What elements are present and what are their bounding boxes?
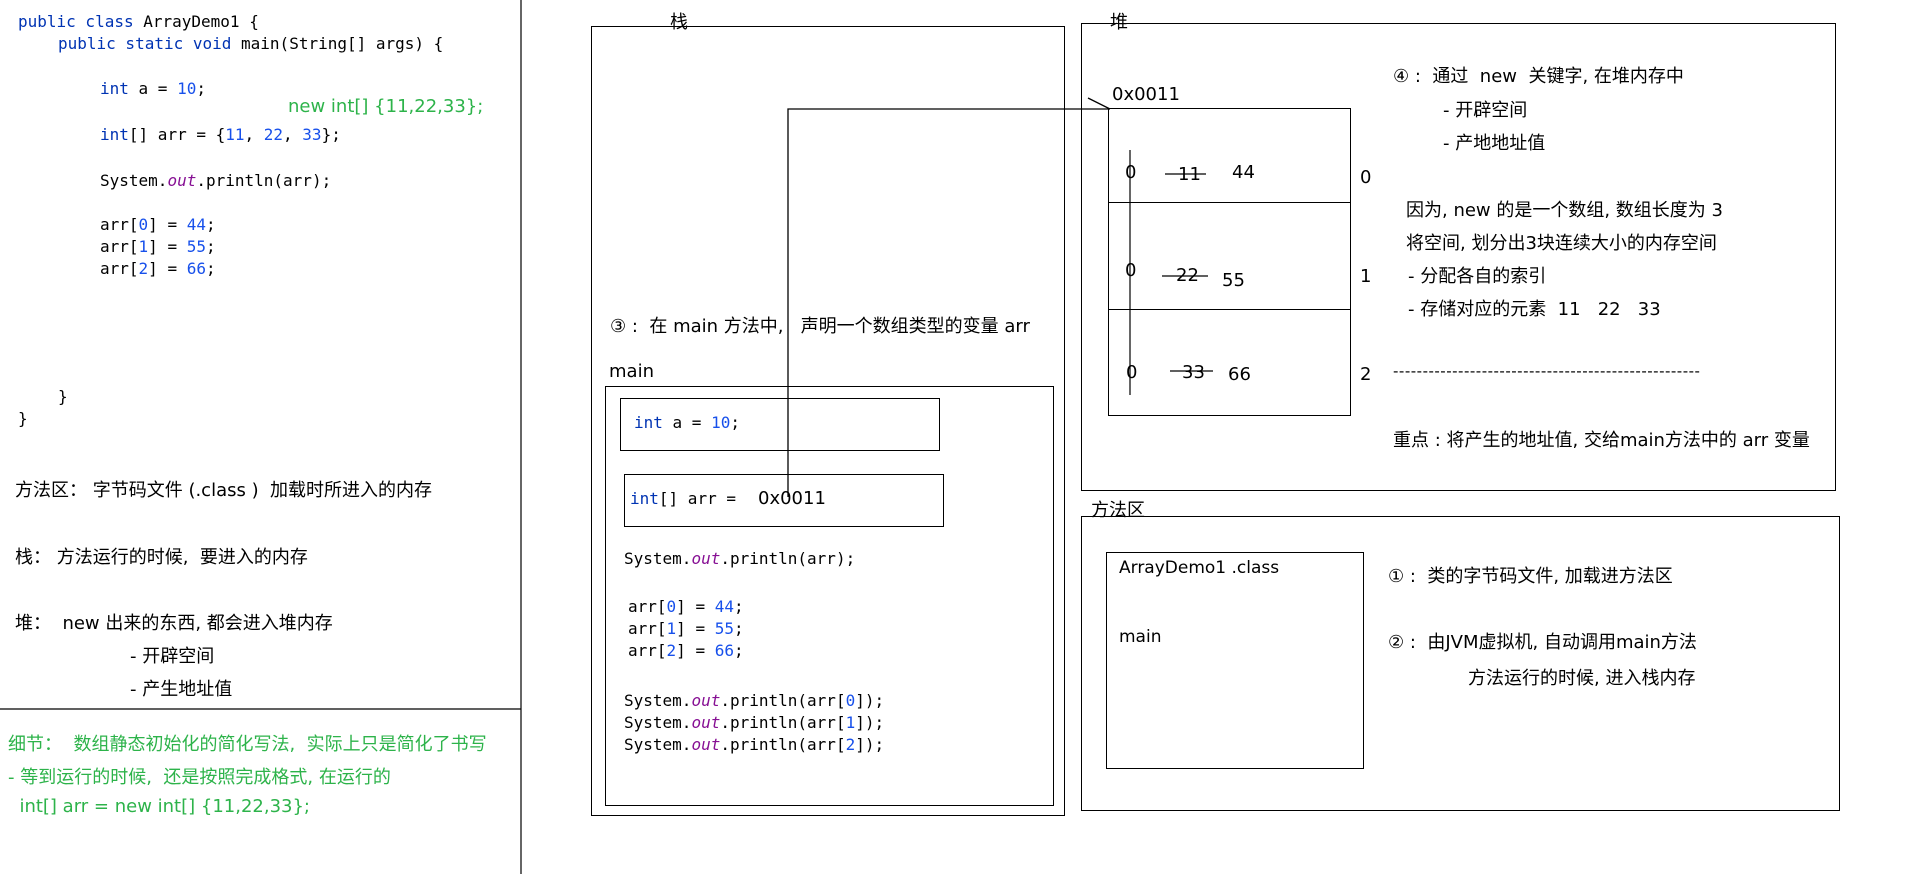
code-text: System. bbox=[624, 713, 692, 732]
code-text: ; bbox=[733, 641, 744, 660]
step1-text: ① : 类的字节码文件, 加载进方法区 bbox=[1388, 566, 1673, 587]
code-text: .println(arr[ bbox=[720, 735, 846, 754]
code-text: ]); bbox=[855, 713, 885, 732]
field-out: out bbox=[691, 735, 721, 754]
stack-println-arr2: System.out.println(arr[2]); bbox=[624, 734, 884, 756]
var-arr-address: 0x0011 bbox=[758, 488, 826, 509]
key-point: 重点 : 将产生的地址值, 交给main方法中的 arr 变量 bbox=[1393, 430, 1810, 451]
step3-text: ③ : 在 main 方法中, 声明一个数组类型的变量 arr bbox=[610, 316, 1030, 337]
code-text: ] = bbox=[676, 619, 715, 638]
because-line-3: - 分配各自的索引 bbox=[1408, 266, 1547, 287]
number-literal: 55 bbox=[714, 619, 734, 638]
heap-cell-default: 0 bbox=[1125, 162, 1137, 183]
stack-println-arr: System.out.println(arr); bbox=[624, 548, 855, 570]
code-text: ] = bbox=[676, 597, 715, 616]
heap-cell-index: 0 bbox=[1360, 167, 1372, 188]
stack-arr2: arr[2] = 66; bbox=[628, 640, 744, 662]
code-text: ; bbox=[730, 413, 740, 432]
number-literal: 2 bbox=[845, 735, 856, 754]
number-literal: 1 bbox=[845, 713, 856, 732]
stack-println-arr0: System.out.println(arr[0]); bbox=[624, 690, 884, 712]
because-line-1: 因为, new 的是一个数组, 数组长度为 3 bbox=[1406, 200, 1723, 221]
class-file-box bbox=[1106, 552, 1364, 769]
heap-cell-default: 0 bbox=[1125, 260, 1137, 281]
heap-cell-old-value: 22 bbox=[1176, 265, 1199, 286]
code-text: ]); bbox=[855, 735, 885, 754]
stack-println-arr1: System.out.println(arr[1]); bbox=[624, 712, 884, 734]
stack-arr0: arr[0] = 44; bbox=[628, 596, 744, 618]
number-literal: 44 bbox=[714, 597, 734, 616]
number-literal: 10 bbox=[711, 413, 731, 432]
code-text: ]); bbox=[855, 691, 885, 710]
step4-sub-allocate: - 开辟空间 bbox=[1443, 100, 1528, 121]
heap-cell-old-value: 33 bbox=[1182, 362, 1205, 383]
heap-cell-new-value: 55 bbox=[1222, 270, 1245, 291]
code-text: .println(arr[ bbox=[720, 713, 846, 732]
stack-arr1: arr[1] = 55; bbox=[628, 618, 744, 640]
number-literal: 0 bbox=[845, 691, 856, 710]
heap-address: 0x0011 bbox=[1112, 84, 1180, 105]
step2-text: ② : 由JVM虚拟机, 自动调用main方法 bbox=[1388, 632, 1697, 653]
main-frame-label: main bbox=[609, 361, 654, 382]
step2-sub: 方法运行的时候, 进入栈内存 bbox=[1468, 668, 1696, 689]
code-text: System. bbox=[624, 549, 692, 568]
field-out: out bbox=[691, 691, 721, 710]
code-text: .println(arr); bbox=[720, 549, 856, 568]
step4-sub-address: - 产地地址值 bbox=[1443, 133, 1546, 154]
var-arr-text: int[] arr = bbox=[630, 488, 746, 510]
field-out: out bbox=[691, 713, 721, 732]
number-literal: 2 bbox=[666, 641, 677, 660]
code-text: arr[ bbox=[628, 597, 667, 616]
step4-title: ④ : 通过 new 关键字, 在堆内存中 bbox=[1393, 66, 1684, 87]
code-text: System. bbox=[624, 691, 692, 710]
field-out: out bbox=[691, 549, 721, 568]
heap-cell-default: 0 bbox=[1126, 362, 1138, 383]
code-text: [] arr = bbox=[658, 489, 746, 508]
keyword: int bbox=[634, 413, 663, 432]
class-method-main: main bbox=[1119, 627, 1162, 647]
heap-cell-index: 1 bbox=[1360, 266, 1372, 287]
code-text: ] = bbox=[676, 641, 715, 660]
number-literal: 1 bbox=[666, 619, 677, 638]
heap-separator: ----------------------------------------… bbox=[1393, 362, 1701, 380]
heap-cell-new-value: 44 bbox=[1232, 162, 1255, 183]
because-line-2: 将空间, 划分出3块连续大小的内存空间 bbox=[1406, 233, 1717, 254]
heap-cell-divider bbox=[1109, 309, 1350, 310]
code-text: System. bbox=[624, 735, 692, 754]
code-text: ; bbox=[733, 597, 744, 616]
heap-cell-divider bbox=[1109, 202, 1350, 203]
code-text: arr[ bbox=[628, 641, 667, 660]
code-text: ; bbox=[733, 619, 744, 638]
keyword: int bbox=[630, 489, 659, 508]
class-file-name: ArrayDemo1 .class bbox=[1119, 558, 1280, 578]
because-line-4: - 存储对应的元素 11 22 33 bbox=[1408, 299, 1661, 320]
heap-cell-old-value: 11 bbox=[1178, 164, 1201, 185]
heap-cell-new-value: 66 bbox=[1228, 364, 1251, 385]
var-a-text: int a = 10; bbox=[634, 412, 740, 434]
heap-cell-index: 2 bbox=[1360, 364, 1372, 385]
code-text: arr[ bbox=[628, 619, 667, 638]
code-text: .println(arr[ bbox=[720, 691, 846, 710]
number-literal: 0 bbox=[666, 597, 677, 616]
code-text: a = bbox=[662, 413, 712, 432]
number-literal: 66 bbox=[714, 641, 734, 660]
